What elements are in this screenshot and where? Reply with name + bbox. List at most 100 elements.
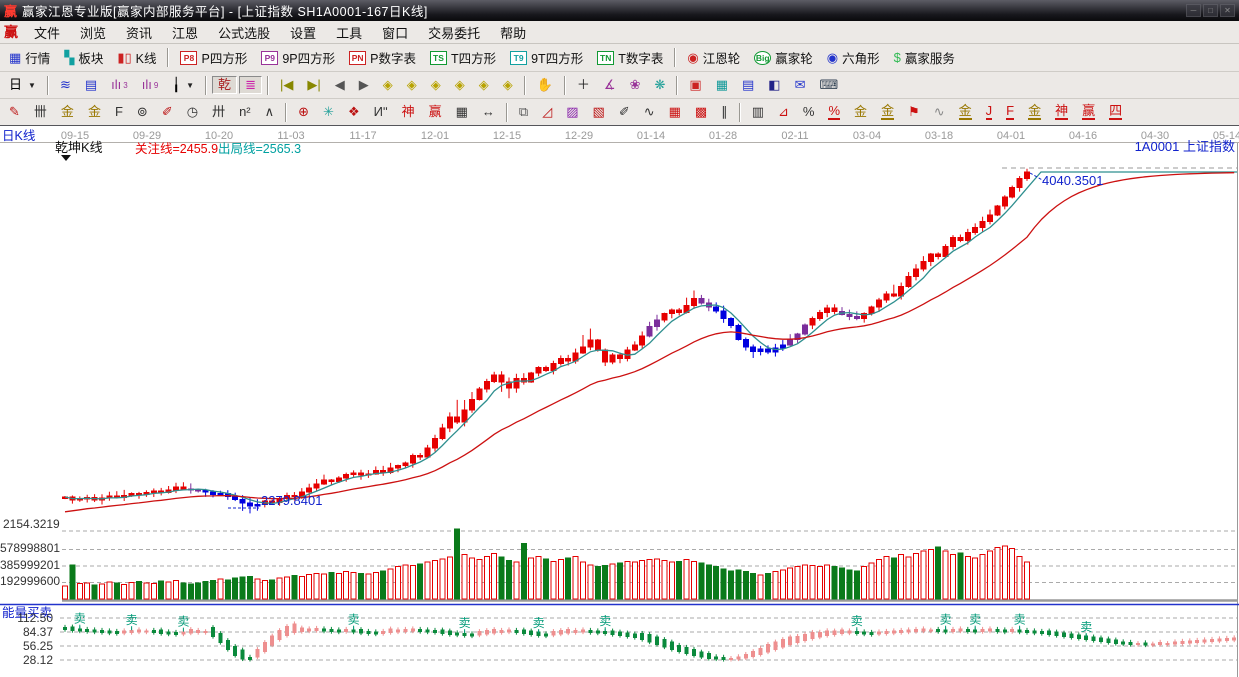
percent-zone-icon[interactable]: ⊿ <box>772 103 795 121</box>
star-burst-icon[interactable]: ✳ <box>317 103 340 121</box>
price-scale-icon[interactable]: ▥ <box>746 103 770 121</box>
fan-box-icon[interactable]: ▨ <box>560 103 584 121</box>
f10-report-icon[interactable]: ▤ <box>79 76 103 94</box>
sector-button[interactable]: ▚ 板块 <box>58 46 109 69</box>
flag-brush-icon[interactable]: ⚑ <box>902 103 926 121</box>
wave-band-icon[interactable]: ∿ <box>928 103 951 121</box>
qiankun-kline-label[interactable]: 乾坤K线 <box>55 141 103 155</box>
shen-slope-icon[interactable]: 神 <box>1049 102 1074 122</box>
shen-grid-icon[interactable]: 神 <box>396 103 421 121</box>
zoom-v-diamond-icon[interactable]: ◈ <box>473 76 495 94</box>
angle-line-icon[interactable]: ∡ <box>598 76 622 94</box>
ninet-square-button[interactable]: T9 9T四方形 <box>504 46 589 69</box>
j-line-icon[interactable]: J <box>980 102 999 122</box>
hexagon-button[interactable]: ◉ 六角形 <box>821 46 886 69</box>
menu-item-browse[interactable]: 浏览 <box>70 24 116 43</box>
menu-item-trade-order[interactable]: 交易委托 <box>418 24 490 43</box>
gold-line-icon[interactable]: 金 <box>875 102 900 122</box>
calendar-icon[interactable]: ▣ <box>683 76 707 94</box>
zoom-right-diamond-icon[interactable]: ◈ <box>401 76 423 94</box>
star-box-icon[interactable]: ❖ <box>342 103 366 121</box>
gold-fence-icon[interactable]: 金 <box>55 103 80 121</box>
t-square-button[interactable]: TS T四方形 <box>424 46 502 69</box>
gold-angle-icon[interactable]: 金 <box>953 102 978 122</box>
maximize-button[interactable]: □ <box>1203 4 1218 17</box>
zoom-left-diamond-icon[interactable]: ◈ <box>377 76 399 94</box>
brush-tool-icon[interactable]: ✎ <box>3 103 26 121</box>
minimize-button[interactable]: ─ <box>1186 4 1201 17</box>
menu-item-window[interactable]: 窗口 <box>372 24 418 43</box>
menu-item-file[interactable]: 文件 <box>24 24 70 43</box>
p-number-table-button[interactable]: PN P数字表 <box>343 46 422 69</box>
parallel-lines-icon[interactable]: ∥ <box>715 103 734 121</box>
last-page-icon[interactable]: ▶| <box>301 76 326 94</box>
si-slope-icon[interactable]: 四 <box>1103 102 1128 122</box>
chart-area[interactable]: 09-15 09-29 10-20 11-03 11-17 12-01 12-15 12-29… <box>0 126 1239 677</box>
kline-chart-svg[interactable]: 09-15 09-29 10-20 11-03 11-17 12-01 12-15 12-29… <box>0 126 1239 677</box>
quote-button[interactable]: ▦ 行情 <box>3 46 56 69</box>
time-circle-icon[interactable]: ◷ <box>181 103 204 121</box>
wave-cloud-icon[interactable]: ❋ <box>648 76 671 94</box>
span-arrows-icon[interactable]: ↔ <box>476 103 501 121</box>
f-fence-icon[interactable]: F <box>109 103 129 121</box>
crosshair-icon[interactable]: ＋ <box>571 76 596 94</box>
zigzag-icon[interactable]: ∿ <box>638 103 661 121</box>
gold-slope-icon[interactable]: 金 <box>1022 102 1047 122</box>
candle-style-button[interactable]: ╽ ▼ <box>166 76 200 94</box>
qiankun-dropdown-icon[interactable] <box>61 155 71 161</box>
f-line-icon[interactable]: F <box>1000 102 1020 122</box>
gold-fence2-icon[interactable]: 金 <box>82 103 107 121</box>
speed-line-icon[interactable]: Иʺ <box>368 103 394 121</box>
next-page-icon[interactable]: ▶ <box>353 76 375 94</box>
angle-ruler-icon[interactable]: ∧ <box>259 103 281 121</box>
menu-item-formula-stock-pick[interactable]: 公式选股 <box>208 24 280 43</box>
zoom-star-diamond-icon[interactable]: ◈ <box>449 76 471 94</box>
ying-slope-icon[interactable]: 赢 <box>1076 102 1101 122</box>
square-tool-icon[interactable]: ⧉ <box>513 103 534 121</box>
bars-3-icon[interactable]: ılı 3 <box>105 76 134 94</box>
red-grid-icon[interactable]: ▦ <box>663 103 687 121</box>
gann-flower-icon[interactable]: ❀ <box>624 76 647 94</box>
red-grid2-icon[interactable]: ▩ <box>689 103 713 121</box>
fan-lines-icon[interactable]: ◿ <box>536 103 558 121</box>
menu-item-tools[interactable]: 工具 <box>326 24 372 43</box>
notebook-icon[interactable]: ▤ <box>736 76 760 94</box>
ying-grid-icon[interactable]: 赢 <box>423 103 448 121</box>
qiankun-toggle-icon[interactable]: 乾 <box>212 76 238 94</box>
winner-service-button[interactable]: $ 赢家服务 <box>888 46 961 69</box>
pan-hand-icon[interactable]: ✋ <box>531 76 559 94</box>
period-day-button[interactable]: 日 ▼ <box>3 76 42 94</box>
target-cross-icon[interactable]: ⊕ <box>292 103 315 121</box>
first-page-icon[interactable]: |◀ <box>274 76 299 94</box>
percent-line-icon[interactable]: % <box>822 102 846 122</box>
mail-web-icon[interactable]: ✉ <box>789 76 812 94</box>
menu-item-help[interactable]: 帮助 <box>490 24 536 43</box>
close-button[interactable]: ✕ <box>1220 4 1235 17</box>
gold-ratio-icon[interactable]: 金 <box>848 103 873 121</box>
fan-box2-icon[interactable]: ▧ <box>587 103 611 121</box>
trend-pen-icon[interactable]: ✐ <box>613 103 636 121</box>
prev-page-icon[interactable]: ◀ <box>329 76 351 94</box>
ninep-square-button[interactable]: P9 9P四方形 <box>255 46 341 69</box>
volume-profile-icon[interactable]: ≣ <box>239 76 262 94</box>
kline-button[interactable]: ▮▯ K线 <box>111 46 162 69</box>
t-number-table-button[interactable]: TN T数字表 <box>591 46 669 69</box>
bars-9-icon[interactable]: ılı 9 <box>136 76 165 94</box>
workstation-icon[interactable]: ⌨ <box>813 76 844 94</box>
menu-item-news[interactable]: 资讯 <box>116 24 162 43</box>
save-icon[interactable]: ◧ <box>762 76 786 94</box>
n-square-icon[interactable]: n² <box>233 103 257 121</box>
spiral-icon[interactable]: ⊚ <box>131 103 154 121</box>
marker-pen-icon[interactable]: ✐ <box>156 103 179 121</box>
trend-chart-icon[interactable]: ≋ <box>54 76 77 94</box>
zoom-h-diamond-icon[interactable]: ◈ <box>425 76 447 94</box>
zoom-all-diamond-icon[interactable]: ◈ <box>497 76 519 94</box>
gann-wheel-button[interactable]: ◉ 江恩轮 <box>681 46 746 69</box>
percent-icon[interactable]: % <box>797 103 821 121</box>
menu-item-gann[interactable]: 江恩 <box>162 24 208 43</box>
tick-fence-icon[interactable]: 卅 <box>206 103 231 121</box>
p-square-button[interactable]: P8 P四方形 <box>174 46 253 69</box>
menu-item-settings[interactable]: 设置 <box>280 24 326 43</box>
calculator-icon[interactable]: ▦ <box>710 76 734 94</box>
fence-grid-icon[interactable]: 卌 <box>28 103 53 121</box>
